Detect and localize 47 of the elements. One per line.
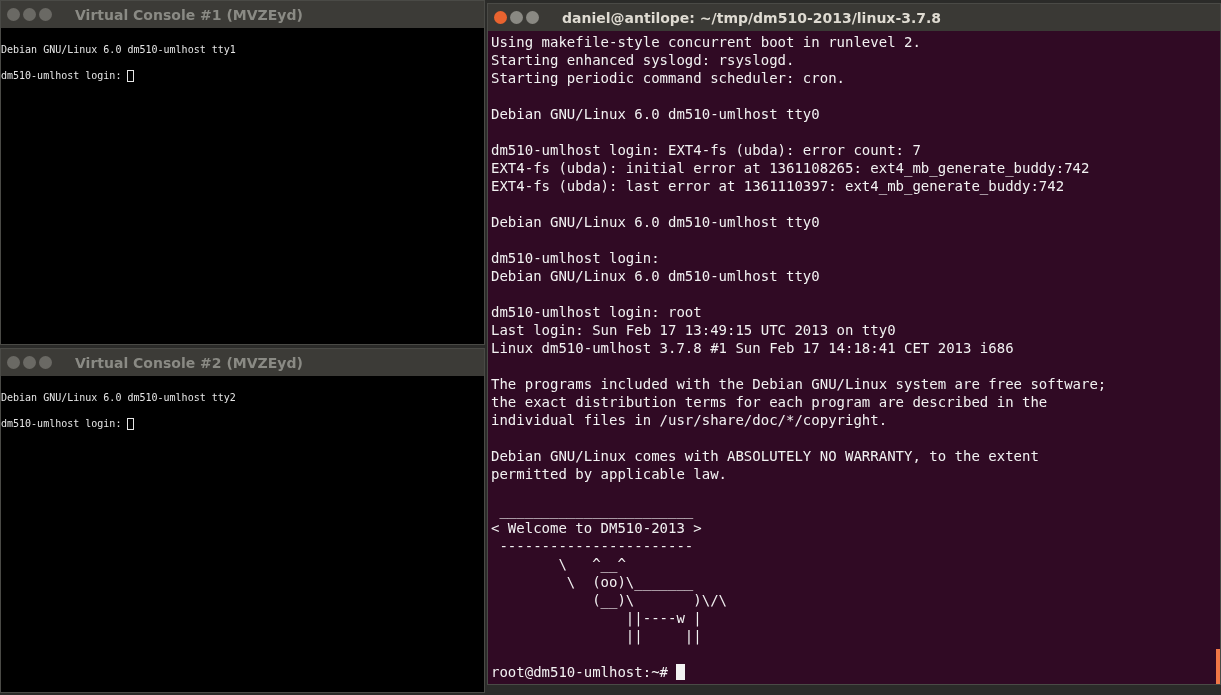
terminal-line: Debian GNU/Linux 6.0 dm510-umlhost tty0 — [491, 213, 820, 231]
terminal-line: permitted by applicable law. — [491, 465, 727, 483]
terminal-line: ----------------------- — [498, 537, 694, 555]
terminal-line: _______________________ — [498, 501, 694, 519]
terminal-line: Last login: Sun Feb 17 13:49:15 UTC 2013 on tty0 — [491, 321, 896, 339]
terminal-line: dm510-umlhost login: root — [491, 303, 702, 321]
close-button[interactable] — [7, 356, 20, 369]
terminal-line: dm510-umlhost login: — [1, 69, 122, 82]
terminal-line: dm510-umlhost login: — [491, 249, 660, 267]
window-title: Virtual Console #1 (MVZEyd) — [75, 6, 303, 23]
terminal-line: Debian GNU/Linux 6.0 dm510-umlhost tty0 — [491, 267, 820, 285]
minimize-button[interactable] — [23, 8, 36, 21]
terminal-line: Debian GNU/Linux comes with ABSOLUTELY NO WARRANTY, to the extent — [491, 447, 1039, 465]
terminal-line: root@dm510-umlhost:~# — [491, 663, 668, 681]
text-cursor — [127, 417, 135, 430]
maximize-button[interactable] — [39, 356, 52, 369]
text-cursor — [127, 69, 135, 82]
window-title: daniel@antilope: ~/tmp/dm510-2013/linux-3.7.8 — [562, 9, 942, 26]
maximize-button[interactable] — [526, 11, 539, 24]
terminal-line: EXT4-fs (ubda): initial error at 1361108265: ext4_mb_generate_buddy:742 — [491, 159, 1090, 177]
terminal-line: Using makefile-style concurrent boot in runlevel 2. — [491, 33, 921, 51]
terminal-line: (__)\ )\/\ — [591, 591, 727, 609]
maximize-button[interactable] — [39, 8, 52, 21]
terminal-line: Linux dm510-umlhost 3.7.8 #1 Sun Feb 17 14:18:41 CET 2013 i686 — [491, 339, 1014, 357]
terminal-line: dm510-umlhost login: — [1, 417, 122, 430]
text-cursor — [676, 664, 685, 680]
terminal-line: The programs included with the Debian GNU/Linux system are free software; — [491, 375, 1107, 393]
terminal-line: individual files in /usr/share/doc/*/copyright. — [491, 411, 888, 429]
minimize-button[interactable] — [510, 11, 523, 24]
close-button[interactable] — [7, 8, 20, 21]
terminal-line: || || — [624, 627, 702, 645]
terminal-line: Starting periodic command scheduler: cron. — [491, 69, 845, 87]
terminal-line: Debian GNU/Linux 6.0 dm510-umlhost tty2 — [1, 391, 236, 404]
close-button[interactable] — [494, 11, 507, 24]
terminal-line: ||----w | — [624, 609, 702, 627]
terminal-line: Debian GNU/Linux 6.0 dm510-umlhost tty1 — [1, 43, 236, 56]
minimize-button[interactable] — [23, 356, 36, 369]
scrollbar-thumb[interactable] — [1216, 649, 1220, 684]
terminal-line: \ ^__^ — [557, 555, 626, 573]
terminal-line: < Welcome to DM510-2013 > — [491, 519, 702, 537]
terminal-line: \ (oo)\_______ — [565, 573, 694, 591]
terminal-line: dm510-umlhost login: EXT4-fs (ubda): error count: 7 — [491, 141, 921, 159]
terminal-line: Debian GNU/Linux 6.0 dm510-umlhost tty0 — [491, 105, 820, 123]
terminal-line: Starting enhanced syslogd: rsyslogd. — [491, 51, 795, 69]
terminal-line: EXT4-fs (ubda): last error at 1361110397: ext4_mb_generate_buddy:742 — [491, 177, 1065, 195]
terminal-line: the exact distribution terms for each program are described in the — [491, 393, 1048, 411]
window-title: Virtual Console #2 (MVZEyd) — [75, 354, 303, 371]
